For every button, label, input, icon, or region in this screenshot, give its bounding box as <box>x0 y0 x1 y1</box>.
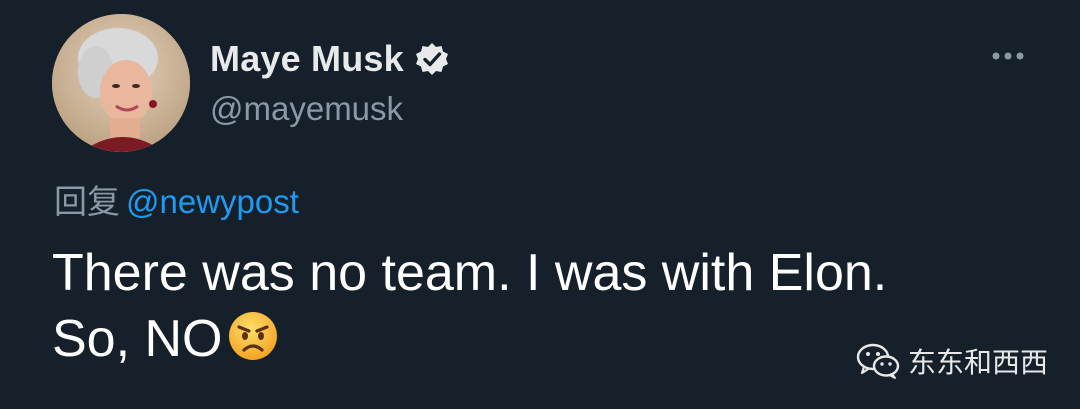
reply-prefix: 回复 <box>54 183 120 220</box>
author-display-name[interactable]: Maye Musk <box>210 38 450 80</box>
reply-context: 回复 @newypost <box>54 175 299 223</box>
tweet-card: Maye Musk @mayemusk 回复 @newypost There wa… <box>0 0 1080 409</box>
tweet-text-line-2: So, NO <box>52 310 223 368</box>
verified-badge-icon <box>414 41 450 77</box>
watermark-text: 东东和西西 <box>908 346 1049 379</box>
watermark: 东东和西西 <box>856 341 1048 381</box>
avatar[interactable] <box>52 14 190 152</box>
reply-to-handle-link[interactable]: @newypost <box>126 183 299 220</box>
wechat-icon <box>856 341 900 381</box>
angry-face-icon <box>227 310 279 362</box>
display-name-text[interactable]: Maye Musk <box>210 38 404 80</box>
author-handle[interactable]: @mayemusk <box>210 90 403 128</box>
tweet-text-line-1: There was no team. I was with Elon. <box>52 244 888 302</box>
more-options-icon[interactable] <box>988 44 1028 68</box>
